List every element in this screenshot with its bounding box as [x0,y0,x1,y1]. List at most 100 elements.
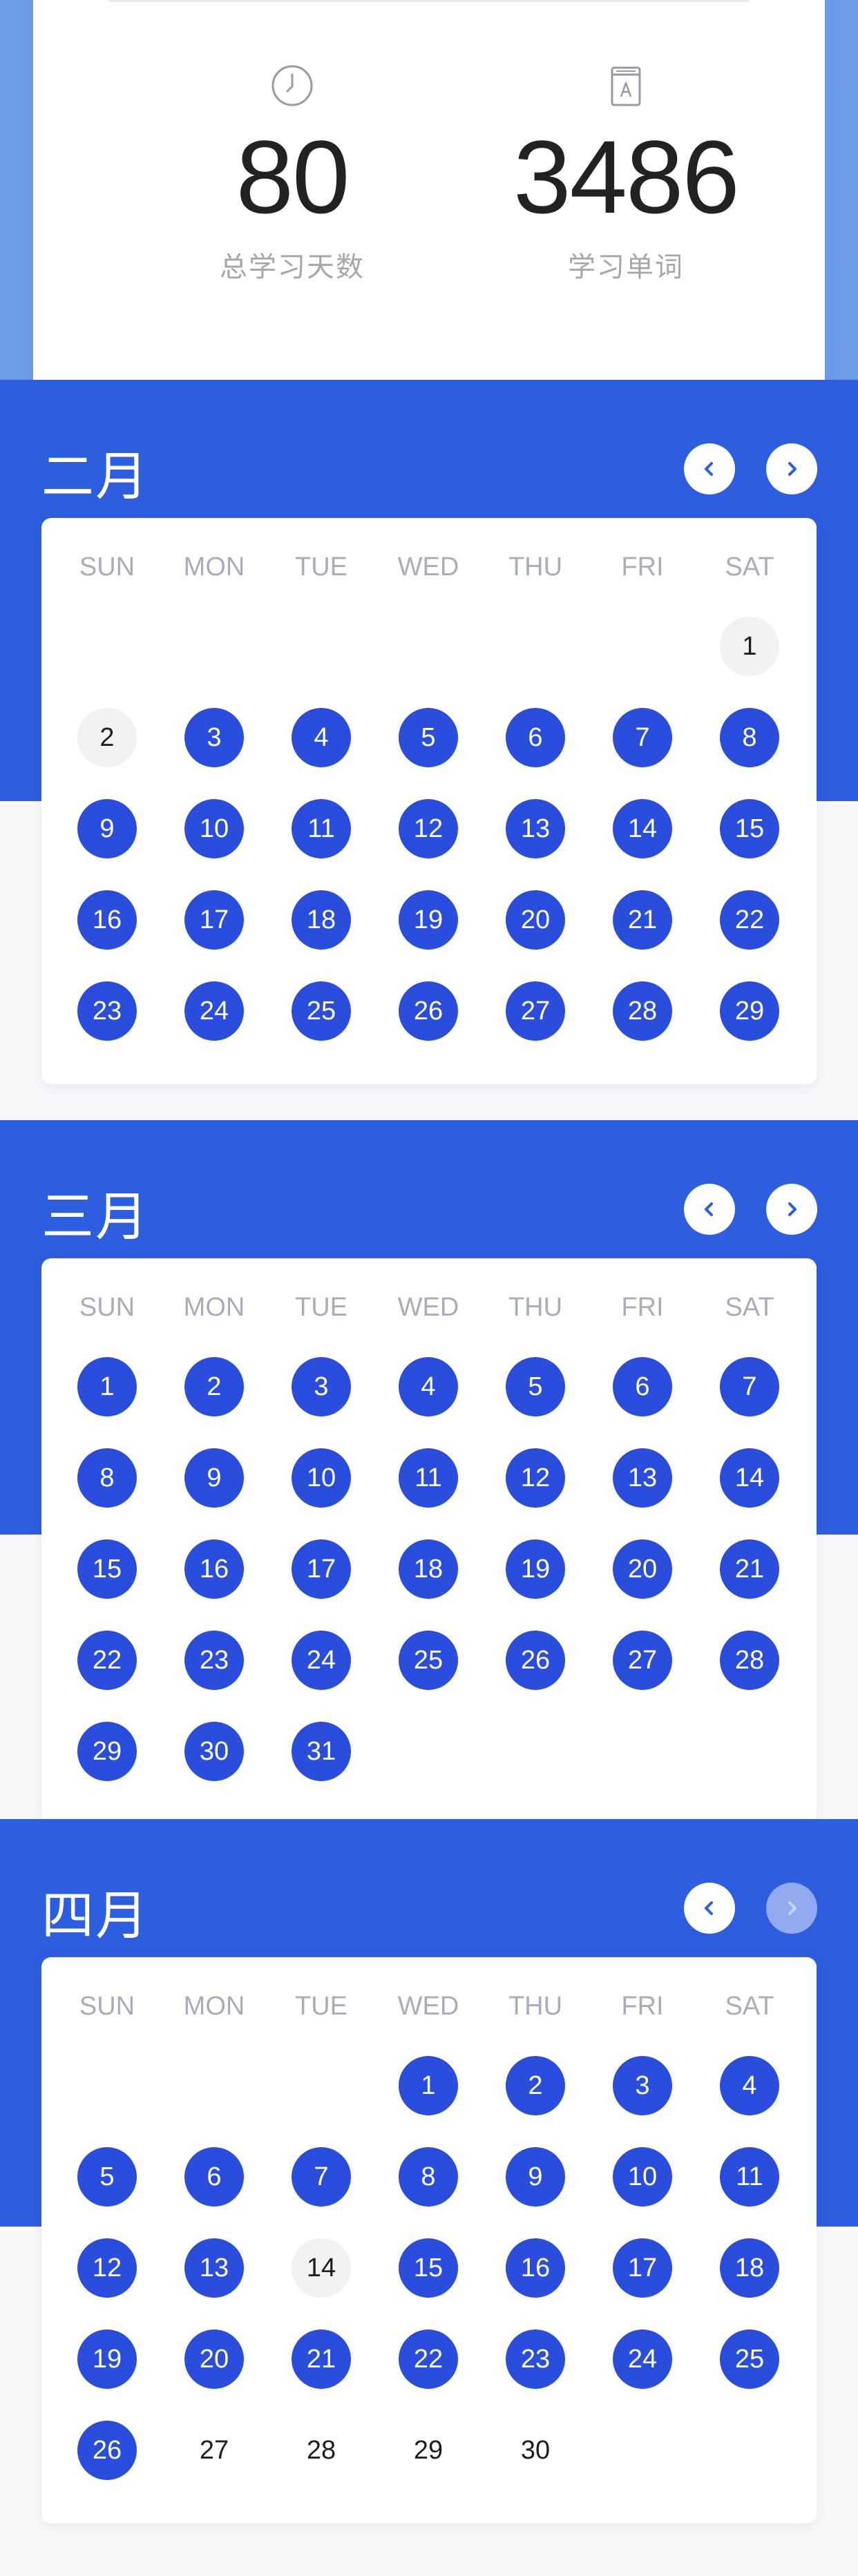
prev-month-button[interactable] [684,1184,735,1235]
calendar-day[interactable]: 1 [77,1357,137,1416]
calendar-day[interactable]: 24 [184,981,244,1041]
calendar-day[interactable]: 10 [613,2147,672,2207]
calendar-day[interactable]: 8 [720,708,779,767]
calendar-day[interactable]: 29 [720,981,779,1041]
calendar-day[interactable]: 3 [184,708,244,767]
calendar-day[interactable]: 28 [292,2421,351,2480]
calendar-day[interactable]: 24 [292,1631,351,1690]
calendar-day[interactable]: 26 [77,2421,137,2480]
calendar-day[interactable]: 15 [720,799,779,858]
calendar-day[interactable]: 27 [506,981,565,1041]
calendar-day[interactable]: 18 [292,890,351,950]
calendar-day[interactable]: 13 [506,799,565,858]
calendar-day[interactable]: 15 [399,2238,458,2298]
calendar-day[interactable]: 10 [184,799,244,858]
calendar-day[interactable]: 4 [720,2056,779,2115]
calendar-day[interactable]: 18 [720,2238,779,2298]
calendar-day[interactable]: 25 [292,981,351,1041]
calendar-day[interactable]: 9 [506,2147,565,2207]
calendar-day[interactable]: 26 [399,981,458,1041]
calendar-day[interactable]: 2 [506,2056,565,2115]
calendar-day[interactable]: 12 [77,2238,137,2298]
stats-header: 80 总学习天数 3486 学习单词 [0,0,858,380]
calendar-day[interactable]: 10 [292,1448,351,1508]
calendar-day[interactable]: 12 [399,799,458,858]
calendar-day[interactable]: 14 [720,1448,779,1508]
calendar-day[interactable]: 24 [613,2329,672,2389]
prev-month-button[interactable] [684,1883,735,1934]
calendar-day[interactable]: 17 [184,890,244,950]
calendar-day[interactable]: 31 [292,1722,351,1781]
calendar-day[interactable]: 29 [77,1722,137,1781]
calendar-day[interactable]: 7 [613,708,672,767]
calendar-day[interactable]: 3 [613,2056,672,2115]
calendar-day[interactable]: 9 [77,799,137,858]
calendar-day[interactable]: 17 [292,1539,351,1599]
prev-month-button[interactable] [684,443,735,494]
calendar-day[interactable]: 13 [613,1448,672,1508]
calendar-day[interactable]: 25 [399,1631,458,1690]
calendar-day[interactable]: 22 [720,890,779,950]
calendar-day[interactable]: 14 [292,2238,351,2298]
calendar-day[interactable]: 30 [184,1722,244,1781]
calendar-day[interactable]: 18 [399,1539,458,1599]
calendar-day[interactable]: 4 [399,1357,458,1416]
next-month-button[interactable] [766,1883,817,1934]
calendar-day[interactable]: 2 [77,708,137,767]
calendar-day[interactable]: 11 [720,2147,779,2207]
calendar-day[interactable]: 17 [613,2238,672,2298]
calendar-day[interactable]: 23 [184,1631,244,1690]
calendar-day[interactable]: 1 [399,2056,458,2115]
calendar-day[interactable]: 14 [613,799,672,858]
calendar-day[interactable]: 6 [506,708,565,767]
calendar-day[interactable]: 7 [720,1357,779,1416]
calendar-day[interactable]: 5 [399,708,458,767]
calendar-day[interactable]: 12 [506,1448,565,1508]
calendar-day[interactable]: 5 [506,1357,565,1416]
calendar-day[interactable]: 16 [77,890,137,950]
calendar-day[interactable]: 28 [613,981,672,1041]
calendar-day[interactable]: 21 [292,2329,351,2389]
calendar-day[interactable]: 16 [184,1539,244,1599]
calendar-day[interactable]: 1 [720,617,779,676]
calendar-day[interactable]: 23 [77,981,137,1041]
calendar-day[interactable]: 20 [613,1539,672,1599]
next-month-button[interactable] [766,1184,817,1235]
calendar-day[interactable]: 23 [506,2329,565,2389]
calendar-day[interactable]: 6 [184,2147,244,2207]
calendar-day[interactable]: 22 [399,2329,458,2389]
calendar-day[interactable]: 21 [613,890,672,950]
calendar-day[interactable]: 2 [184,1357,244,1416]
calendar-day[interactable]: 19 [506,1539,565,1599]
next-month-button[interactable] [766,443,817,494]
calendar-day[interactable]: 6 [613,1357,672,1416]
calendar-day[interactable]: 25 [720,2329,779,2389]
calendar-day[interactable]: 28 [720,1631,779,1690]
calendar-day[interactable]: 7 [292,2147,351,2207]
calendar-day[interactable]: 20 [506,890,565,950]
calendar-day[interactable]: 26 [506,1631,565,1690]
calendar-day[interactable]: 4 [292,708,351,767]
total-days-stat: 80 总学习天数 [147,62,437,285]
weekday-label: FRI [621,552,664,581]
calendar-day[interactable]: 8 [399,2147,458,2207]
calendar-day[interactable]: 22 [77,1631,137,1690]
calendar-day[interactable]: 8 [77,1448,137,1508]
calendar-day[interactable]: 5 [77,2147,137,2207]
month-section-february: 二月 SUN MON TUE WED THU FRI SAT 1 2 3 4 5 6 7 8 9 10 11 12 13… [0,380,858,1120]
calendar-day[interactable]: 15 [77,1539,137,1599]
calendar-day[interactable]: 16 [506,2238,565,2298]
calendar-day[interactable]: 29 [399,2421,458,2480]
calendar-day[interactable]: 11 [292,799,351,858]
calendar-day[interactable]: 30 [506,2421,565,2480]
calendar-day[interactable]: 20 [184,2329,244,2389]
calendar-day[interactable]: 27 [184,2421,244,2480]
calendar-day[interactable]: 3 [292,1357,351,1416]
calendar-day[interactable]: 11 [399,1448,458,1508]
calendar-day[interactable]: 9 [184,1448,244,1508]
calendar-day[interactable]: 27 [613,1631,672,1690]
calendar-day[interactable]: 19 [77,2329,137,2389]
calendar-day[interactable]: 19 [399,890,458,950]
calendar-day[interactable]: 13 [184,2238,244,2298]
calendar-day[interactable]: 21 [720,1539,779,1599]
